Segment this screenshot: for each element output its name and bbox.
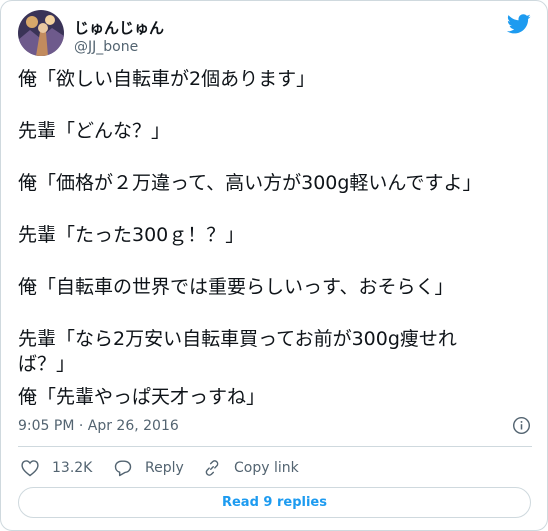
tweet-line: 俺「価格が２万違って、高い方が300g軽いんですよ」 (18, 172, 482, 194)
tweet-line: 先輩「なら2万安い自転車買ってお前が300g痩せれ (18, 328, 457, 350)
heart-icon (21, 460, 39, 477)
tweet-line: ば？」 (18, 353, 76, 375)
action-bar: 13.2K Reply Copy link (18, 455, 532, 481)
reply-button[interactable]: Reply (113, 455, 184, 481)
tweet-timestamp[interactable]: 9:05 PM · Apr 26, 2016 (18, 418, 179, 434)
copy-link-label: Copy link (234, 460, 299, 476)
copy-link-button[interactable]: Copy link (202, 455, 299, 481)
like-button[interactable]: 13.2K (20, 455, 92, 481)
tweet-line: 先輩「たった300ｇ！？」 (18, 224, 245, 246)
reply-label: Reply (145, 460, 184, 476)
tweet-line: 俺「欲しい自転車が2個あります」 (18, 68, 316, 90)
twitter-bird-icon[interactable] (506, 12, 531, 36)
tweet-line: 先輩「どんな？」 (18, 120, 171, 142)
link-icon (205, 460, 219, 476)
tweet-card: じゅんじゅん @JJ_bone 俺「欲しい自転車が2個あります」 先輩「どんな？… (0, 0, 548, 531)
read-replies-button[interactable]: Read 9 replies (18, 487, 531, 518)
tweet-line: 俺「自転車の世界では重要らしいっす、おそらく」 (18, 276, 454, 298)
author-handle[interactable]: @JJ_bone (74, 39, 138, 55)
like-count: 13.2K (52, 460, 93, 476)
divider (18, 446, 532, 447)
tweet-header: じゅんじゅん @JJ_bone (18, 10, 533, 62)
reply-icon (114, 460, 132, 477)
tweet-line: 俺「先輩やっぱ天才っすね」 (18, 386, 266, 408)
author-name[interactable]: じゅんじゅん (74, 17, 164, 38)
info-icon[interactable] (512, 416, 531, 435)
avatar[interactable] (18, 10, 64, 56)
